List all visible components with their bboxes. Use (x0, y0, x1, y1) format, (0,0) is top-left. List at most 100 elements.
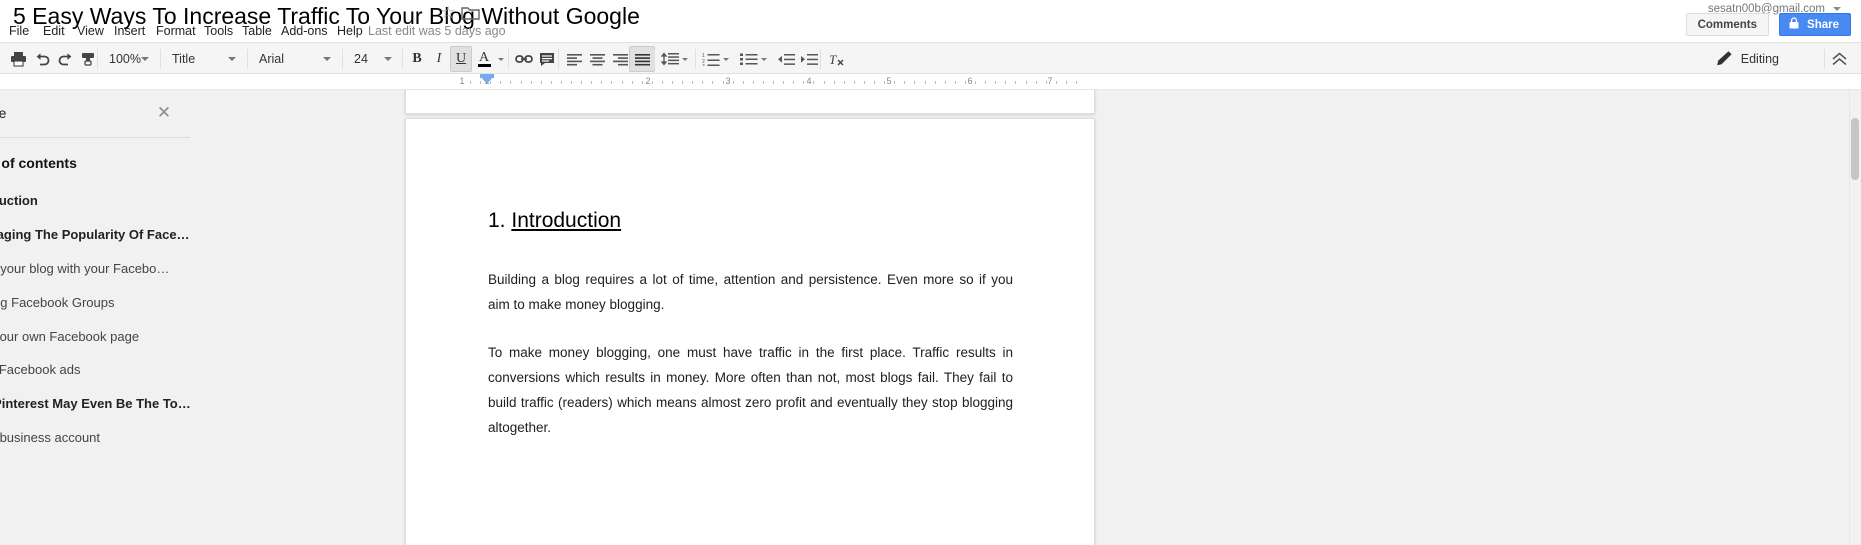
outline-item-pinterest[interactable]: How Pinterest May Even Be The To… (0, 395, 191, 413)
ruler-tick (702, 81, 703, 84)
ruler-tick (500, 81, 501, 84)
text-color-button[interactable]: A (474, 46, 494, 72)
ruler-tick (773, 81, 774, 84)
lock-icon (1789, 17, 1802, 31)
ruler-tick (662, 81, 663, 84)
outline-item-introduction[interactable]: Introduction (0, 192, 38, 210)
ruler-tick (965, 81, 966, 84)
comments-button[interactable]: Comments (1685, 13, 1769, 36)
italic-button[interactable]: I (428, 46, 450, 72)
add-comment-icon[interactable] (534, 46, 560, 72)
font-family-select[interactable]: Arial (251, 46, 339, 72)
menu-tools[interactable]: Tools (197, 20, 240, 42)
ruler-tick (783, 81, 784, 84)
font-family-value: Arial (259, 52, 285, 66)
menu-help[interactable]: Help (330, 20, 370, 42)
editing-mode-select[interactable]: Editing (1716, 46, 1819, 72)
menu-addons[interactable]: Add-ons (274, 20, 335, 42)
toolbar-separator (695, 49, 696, 69)
menu-format[interactable]: Format (149, 20, 203, 42)
ruler-tick (571, 81, 572, 84)
outline-item-facebook-groups[interactable]: Utilizing Facebook Groups (0, 294, 114, 312)
menu-file[interactable]: File (2, 20, 36, 42)
ruler-tick (925, 81, 926, 84)
font-size-select[interactable]: 24 (346, 46, 400, 72)
document-page[interactable]: 1. Introduction Building a blog requires… (405, 118, 1095, 545)
ruler-tick (813, 81, 814, 84)
menu-view[interactable]: View (70, 20, 111, 42)
numbered-list-icon[interactable]: 123 (698, 46, 732, 72)
ruler-number: 2 (645, 76, 651, 86)
print-icon[interactable] (5, 46, 31, 72)
ruler-tick (1036, 81, 1037, 84)
ruler-tick (1056, 81, 1057, 84)
menu-edit[interactable]: Edit (36, 20, 72, 42)
document-outline-panel: Outline ✕ Table of contents Introduction… (0, 90, 191, 545)
ruler-tick (601, 81, 602, 84)
ruler-tick (955, 81, 956, 84)
line-spacing-icon[interactable] (657, 46, 691, 72)
outline-item-facebook-page[interactable]: Start your own Facebook page (0, 328, 139, 346)
paragraph-style-value: Title (172, 52, 196, 66)
ruler-tick (521, 81, 522, 84)
document-content[interactable]: 1. Introduction Building a blog requires… (488, 207, 1013, 463)
ruler-number: 6 (967, 76, 973, 86)
ruler-tick (551, 81, 552, 84)
horizontal-ruler[interactable]: 11234567 (0, 74, 1861, 90)
pencil-icon (1716, 50, 1733, 69)
ruler-scale: 11234567 (0, 74, 1861, 89)
menu-insert[interactable]: Insert (107, 20, 152, 42)
ruler-tick (834, 81, 835, 84)
close-icon[interactable]: ✕ (153, 102, 175, 124)
align-justify-icon[interactable] (629, 46, 655, 72)
vertical-scrollbar-thumb[interactable] (1851, 118, 1859, 180)
left-indent-marker[interactable] (480, 76, 494, 84)
ruler-tick (692, 81, 693, 84)
formatting-toolbar: 100% Title Arial 24 B I U A 1 2 T Editin… (0, 42, 1861, 74)
table-of-contents-heading: Table of contents (0, 155, 77, 171)
zoom-select[interactable]: 100% (101, 46, 157, 72)
bulleted-list-icon[interactable] (736, 46, 770, 72)
ruler-tick (1046, 81, 1047, 84)
ruler-tick (1005, 81, 1006, 84)
outline-item-leveraging-facebook[interactable]: Leveraging The Popularity Of Face… (0, 226, 190, 244)
increase-indent-icon[interactable] (796, 46, 822, 72)
ruler-tick (975, 81, 976, 84)
underline-button[interactable]: U (450, 46, 472, 72)
chevron-down-icon (323, 57, 331, 61)
collapse-chevron-icon[interactable] (1825, 46, 1853, 72)
ruler-tick (611, 81, 612, 84)
outline-panel-header: Outline ✕ (0, 90, 190, 138)
bold-button[interactable]: B (406, 46, 428, 72)
share-button[interactable]: Share (1778, 13, 1851, 36)
text-color-letter: A (478, 49, 490, 65)
outline-item-share-blog[interactable]: Share your blog with your Facebo… (0, 260, 169, 278)
outline-item-business-account[interactable]: Use a business account (0, 429, 100, 447)
toolbar-separator (160, 49, 161, 69)
ruler-number: 3 (725, 76, 731, 86)
ruler-tick (945, 81, 946, 84)
toolbar-separator (402, 49, 403, 69)
account-caret-icon[interactable] (1833, 7, 1841, 11)
ruler-tick (531, 81, 532, 84)
ruler-tick (632, 81, 633, 84)
last-edit-status[interactable]: Last edit was 5 days ago (368, 20, 506, 42)
ruler-number: 5 (886, 76, 892, 86)
clear-formatting-icon[interactable]: T (824, 46, 850, 72)
chevron-down-icon (141, 57, 149, 61)
section-heading: 1. Introduction (488, 207, 1013, 235)
section-heading-number: 1. (488, 209, 506, 232)
ruler-tick (581, 81, 582, 84)
ruler-tick (995, 81, 996, 84)
paragraph-style-select[interactable]: Title (164, 46, 244, 72)
outline-item-facebook-ads[interactable]: Using Facebook ads (0, 361, 81, 379)
menu-table[interactable]: Table (235, 20, 279, 42)
toolbar-separator (97, 49, 98, 69)
vertical-scrollbar-track[interactable] (1849, 90, 1861, 545)
menu-bar: File Edit View Insert Format Tools Table… (0, 20, 1000, 42)
document-work-area: Outline ✕ Table of contents Introduction… (0, 90, 1861, 545)
ruler-tick (753, 81, 754, 84)
toolbar-separator (558, 49, 559, 69)
text-color-caret[interactable] (494, 46, 506, 72)
ruler-tick (864, 81, 865, 84)
